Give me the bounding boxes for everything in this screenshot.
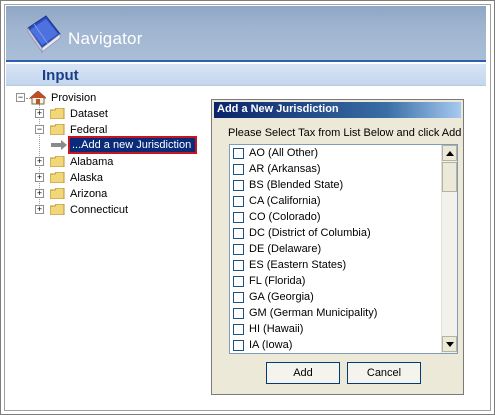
tree-node-dataset[interactable]: + Dataset <box>35 106 125 122</box>
triangle-down-icon <box>446 342 454 347</box>
tree-node-connecticut[interactable]: + Connecticut <box>35 202 135 218</box>
triangle-up-icon <box>446 151 454 156</box>
folder-icon <box>50 204 65 215</box>
expand-icon[interactable]: + <box>35 109 44 118</box>
tree-node-alaska[interactable]: + Alaska <box>35 170 125 186</box>
list-item-label: FL (Florida) <box>249 275 306 287</box>
add-new-jurisdiction-item[interactable]: ...Add a new Jurisdiction <box>68 136 197 154</box>
list-item-label: AO (All Other) <box>249 147 319 159</box>
expand-icon[interactable]: + <box>35 189 44 198</box>
checkbox[interactable] <box>233 260 244 271</box>
home-icon <box>30 91 46 105</box>
tree-node-label: Connecticut <box>70 204 129 216</box>
jurisdiction-listbox[interactable]: AO (All Other) AR (Arkansas) BS (Blended… <box>229 144 458 354</box>
checkbox[interactable] <box>233 244 244 255</box>
list-item-label: CO (Colorado) <box>249 211 321 223</box>
tree-node-label: Provision <box>51 92 97 104</box>
add-jurisdiction-dialog: Add a New Jurisdiction Please Select Tax… <box>211 99 464 395</box>
folder-icon <box>50 108 65 119</box>
list-item-label: GA (Georgia) <box>249 291 314 303</box>
tree-node-label: Arizona <box>70 188 108 200</box>
checkbox[interactable] <box>233 324 244 335</box>
list-item-label: DE (Delaware) <box>249 243 322 255</box>
cancel-button[interactable]: Cancel <box>347 362 421 384</box>
collapse-icon[interactable]: − <box>35 125 44 134</box>
list-item-label: CA (California) <box>249 195 321 207</box>
arrow-right-icon <box>51 140 67 150</box>
folder-icon <box>50 156 65 167</box>
navigator-title: Navigator <box>68 29 143 48</box>
input-section-bar: Input <box>6 64 486 86</box>
tree-node-label: Dataset <box>70 108 108 120</box>
checkbox[interactable] <box>233 196 244 207</box>
list-item-label: IA (Iowa) <box>249 339 293 351</box>
checkbox[interactable] <box>233 164 244 175</box>
checkbox[interactable] <box>233 212 244 223</box>
dialog-titlebar[interactable]: Add a New Jurisdiction <box>214 102 461 118</box>
folder-open-icon <box>50 124 65 135</box>
expand-icon[interactable]: + <box>35 157 44 166</box>
scroll-down-button[interactable] <box>442 336 457 352</box>
scroll-thumb[interactable] <box>442 162 457 192</box>
book-icon <box>27 15 61 53</box>
checkbox[interactable] <box>233 276 244 287</box>
scroll-up-button[interactable] <box>442 145 457 161</box>
list-item-label: GM (German Municipality) <box>249 307 378 319</box>
navigator-header: Navigator <box>6 6 486 62</box>
list-item-label: ES (Eastern States) <box>249 259 347 271</box>
expand-icon[interactable]: + <box>35 173 44 182</box>
checkbox[interactable] <box>233 308 244 319</box>
vertical-scrollbar[interactable] <box>441 145 457 353</box>
checkbox[interactable] <box>233 180 244 191</box>
checkbox[interactable] <box>233 148 244 159</box>
checkbox[interactable] <box>233 292 244 303</box>
expand-icon[interactable]: + <box>35 205 44 214</box>
checkbox[interactable] <box>233 228 244 239</box>
collapse-icon[interactable]: − <box>16 93 25 102</box>
dialog-instructions: Please Select Tax from List Below and cl… <box>228 127 462 139</box>
tree-node-provision[interactable]: − Provision <box>16 90 106 106</box>
list-item-label: BS (Blended State) <box>249 179 344 191</box>
dialog-title: Add a New Jurisdiction <box>217 103 339 115</box>
tree-node-arizona[interactable]: + Arizona <box>35 186 125 202</box>
add-button[interactable]: Add <box>266 362 340 384</box>
tree-node-alabama[interactable]: + Alabama <box>35 154 125 170</box>
list-item-label: AR (Arkansas) <box>249 163 321 175</box>
input-section-title: Input <box>42 67 79 84</box>
folder-icon <box>50 172 65 183</box>
tree-node-label: Alaska <box>70 172 104 184</box>
list-item-label: DC (District of Columbia) <box>249 227 371 239</box>
checkbox[interactable] <box>233 340 244 351</box>
tree-node-label: Alabama <box>70 156 114 168</box>
folder-icon <box>50 188 65 199</box>
list-item-label: HI (Hawaii) <box>249 323 304 335</box>
